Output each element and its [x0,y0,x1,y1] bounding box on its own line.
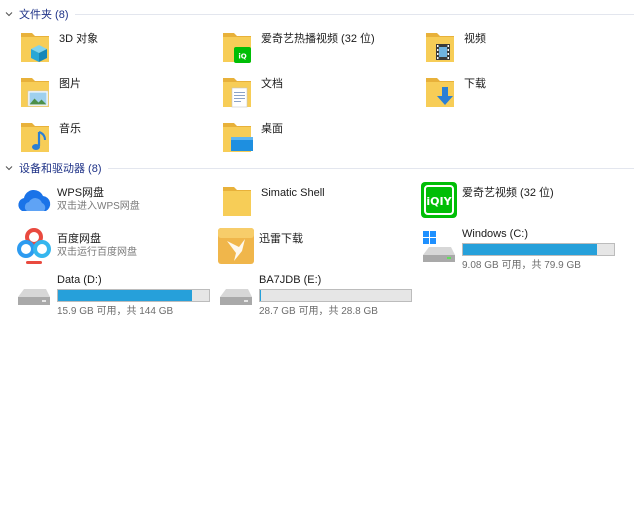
device-label: Simatic Shell [261,187,325,199]
baidu-netdisk-icon [15,227,53,267]
folder-label: 桌面 [261,123,283,135]
section-header-devices[interactable]: 设备和驱动器 (8) [0,160,640,176]
drive-label: Windows (C:) [462,228,529,240]
folder-label: 图片 [59,78,81,90]
drive-e[interactable]: BA7JDB (E:) 28.7 GB 可用，共 28.8 GB [217,273,412,317]
drive-usage-bar [259,289,412,302]
chevron-down-icon [5,166,13,171]
folder-music[interactable]: 音乐 [17,117,81,159]
drive-usage-bar [57,289,210,302]
device-thunder-download[interactable]: 迅雷下载 [217,227,303,269]
folder-label: 视频 [464,33,486,45]
iqiyi-app-icon: iQIY [420,181,458,221]
iqiyi-folder-icon: iQ [219,27,257,67]
device-baidu-netdisk[interactable]: 百度网盘 双击运行百度网盘 [15,227,137,269]
folder-desktop[interactable]: 桌面 [219,117,283,159]
folder-label: 爱奇艺热播视频 (32 位) [261,33,375,45]
simatic-shell-folder-icon [219,181,257,221]
videos-folder-icon [422,27,460,67]
drive-usage-fill [58,290,193,301]
device-iqiyi-video[interactable]: iQIY 爱奇艺视频 (32 位) [420,181,554,223]
music-folder-icon [17,117,55,157]
3d-objects-folder-icon [17,27,55,67]
folder-pictures[interactable]: 图片 [17,72,81,114]
svg-text:iQIY: iQIY [426,195,452,208]
drive-free-space: 9.08 GB 可用，共 79.9 GB [462,260,581,271]
device-simatic-shell[interactable]: Simatic Shell [219,181,325,223]
drive-label: BA7JDB (E:) [259,274,322,286]
drive-usage-fill [260,290,261,301]
section-header-folders[interactable]: 文件夹 (8) [0,6,640,22]
drive-usage-fill [463,244,597,255]
folder-3d-objects[interactable]: 3D 对象 [17,27,98,69]
windows-drive-icon [420,227,458,267]
drive-label: Data (D:) [57,274,102,286]
section-title-folders: 文件夹 (8) [19,9,69,21]
chevron-down-icon [5,12,13,17]
device-label: 百度网盘 [57,233,101,245]
device-label: WPS网盘 [57,187,105,199]
drive-d[interactable]: Data (D:) 15.9 GB 可用，共 144 GB [15,273,210,317]
folder-documents[interactable]: 文档 [219,72,283,114]
documents-folder-icon [219,72,257,112]
drive-free-space: 28.7 GB 可用，共 28.8 GB [259,306,378,317]
svg-text:iQ: iQ [238,53,246,61]
folder-videos[interactable]: 视频 [422,27,486,69]
device-wps-cloud[interactable]: WPS网盘 双击进入WPS网盘 [15,181,140,223]
hard-drive-icon [217,273,255,313]
folder-iqiyi-hot-video[interactable]: iQ 爱奇艺热播视频 (32 位) [219,27,375,69]
hard-drive-icon [15,273,53,313]
thunder-folder-icon [217,227,255,267]
device-description: 双击运行百度网盘 [57,247,137,258]
folder-label: 音乐 [59,123,81,135]
wps-cloud-icon [15,181,53,221]
drive-free-space: 15.9 GB 可用，共 144 GB [57,306,174,317]
folder-downloads[interactable]: 下载 [422,72,486,114]
device-label: 爱奇艺视频 (32 位) [462,187,554,199]
drive-c[interactable]: Windows (C:) 9.08 GB 可用，共 79.9 GB [420,227,615,271]
folder-label: 下载 [464,78,486,90]
folder-label: 3D 对象 [59,33,99,45]
section-divider [107,167,634,169]
device-label: 迅雷下载 [259,233,303,245]
drive-usage-bar [462,243,615,256]
section-title-devices: 设备和驱动器 (8) [19,163,102,175]
desktop-folder-icon [219,117,257,157]
folder-label: 文档 [261,78,283,90]
device-description: 双击进入WPS网盘 [57,201,140,212]
pictures-folder-icon [17,72,55,112]
downloads-folder-icon [422,72,460,112]
section-divider [74,13,634,15]
